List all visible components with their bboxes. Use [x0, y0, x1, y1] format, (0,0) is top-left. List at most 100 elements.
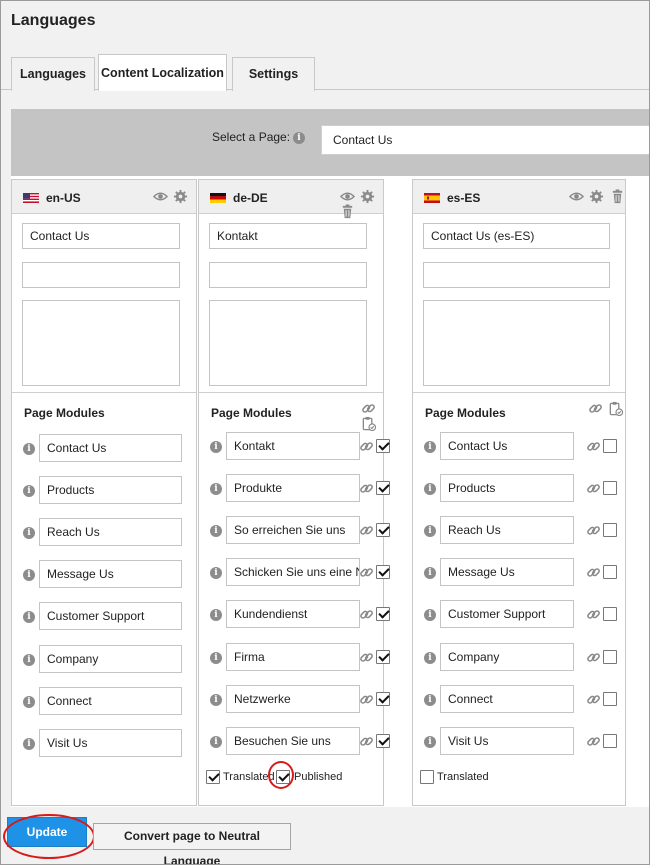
- module-title-input[interactable]: Company: [440, 643, 574, 671]
- page-description-field[interactable]: [209, 262, 367, 288]
- info-icon[interactable]: i: [210, 736, 222, 748]
- module-publish-checkbox[interactable]: [376, 565, 390, 579]
- module-title-input[interactable]: Kundendienst: [226, 600, 360, 628]
- info-icon[interactable]: i: [424, 652, 436, 664]
- module-title-input[interactable]: Schicken Sie uns eine Na: [226, 558, 360, 586]
- page-description-field[interactable]: [22, 262, 180, 288]
- module-title-input[interactable]: Products: [440, 474, 574, 502]
- gear-icon[interactable]: [360, 189, 375, 204]
- info-icon[interactable]: i: [424, 441, 436, 453]
- convert-neutral-language-button[interactable]: Convert page to Neutral Language: [93, 823, 291, 864]
- info-icon[interactable]: i: [23, 611, 35, 623]
- info-icon[interactable]: i: [210, 652, 222, 664]
- tab-languages[interactable]: Languages: [11, 57, 95, 91]
- module-publish-checkbox[interactable]: [603, 481, 617, 495]
- module-publish-checkbox[interactable]: [603, 607, 617, 621]
- module-publish-checkbox[interactable]: [376, 607, 390, 621]
- info-icon[interactable]: i: [424, 609, 436, 621]
- module-title-input[interactable]: Customer Support: [440, 600, 574, 628]
- module-title-input[interactable]: Visit Us: [39, 729, 182, 757]
- link-icon[interactable]: [586, 607, 601, 622]
- page-select[interactable]: Contact Us: [321, 125, 649, 155]
- link-icon[interactable]: [588, 401, 603, 416]
- link-icon[interactable]: [586, 734, 601, 749]
- module-title-input[interactable]: Reach Us: [39, 518, 182, 546]
- module-title-input[interactable]: Contact Us: [39, 434, 182, 462]
- module-publish-checkbox[interactable]: [603, 565, 617, 579]
- page-description-field[interactable]: [423, 262, 610, 288]
- module-title-input[interactable]: So erreichen Sie uns: [226, 516, 360, 544]
- page-keywords-field[interactable]: [209, 300, 367, 386]
- info-icon[interactable]: i: [424, 694, 436, 706]
- info-icon[interactable]: i: [210, 694, 222, 706]
- info-icon[interactable]: i: [23, 738, 35, 750]
- link-icon[interactable]: [359, 734, 374, 749]
- info-icon[interactable]: i: [210, 567, 222, 579]
- module-publish-checkbox[interactable]: [603, 650, 617, 664]
- module-title-input[interactable]: Message Us: [39, 560, 182, 588]
- module-title-input[interactable]: Firma: [226, 643, 360, 671]
- tab-settings[interactable]: Settings: [232, 57, 315, 91]
- module-publish-checkbox[interactable]: [376, 734, 390, 748]
- link-icon[interactable]: [359, 607, 374, 622]
- info-icon[interactable]: i: [23, 654, 35, 666]
- clipboard-check-icon[interactable]: [361, 416, 376, 431]
- module-title-input[interactable]: Products: [39, 476, 182, 504]
- module-title-input[interactable]: Message Us: [440, 558, 574, 586]
- translated-checkbox[interactable]: [206, 770, 220, 784]
- module-title-input[interactable]: Produkte: [226, 474, 360, 502]
- module-title-input[interactable]: Visit Us: [440, 727, 574, 755]
- trash-icon[interactable]: [610, 189, 625, 204]
- link-icon[interactable]: [361, 401, 376, 416]
- module-title-input[interactable]: Connect: [440, 685, 574, 713]
- module-title-input[interactable]: Kontakt: [226, 432, 360, 460]
- tab-content-localization[interactable]: Content Localization: [98, 54, 227, 91]
- module-title-input[interactable]: Contact Us: [440, 432, 574, 460]
- link-icon[interactable]: [359, 692, 374, 707]
- link-icon[interactable]: [586, 481, 601, 496]
- link-icon[interactable]: [359, 523, 374, 538]
- module-publish-checkbox[interactable]: [376, 523, 390, 537]
- link-icon[interactable]: [586, 523, 601, 538]
- info-icon[interactable]: i: [210, 483, 222, 495]
- link-icon[interactable]: [586, 439, 601, 454]
- module-title-input[interactable]: Company: [39, 645, 182, 673]
- module-publish-checkbox[interactable]: [603, 523, 617, 537]
- gear-icon[interactable]: [589, 189, 604, 204]
- info-icon[interactable]: i: [424, 567, 436, 579]
- info-icon[interactable]: i: [424, 483, 436, 495]
- info-icon[interactable]: i: [424, 525, 436, 537]
- link-icon[interactable]: [586, 692, 601, 707]
- module-publish-checkbox[interactable]: [376, 481, 390, 495]
- module-publish-checkbox[interactable]: [376, 692, 390, 706]
- page-keywords-field[interactable]: [423, 300, 610, 386]
- page-title-field[interactable]: Kontakt: [209, 223, 367, 249]
- module-publish-checkbox[interactable]: [603, 439, 617, 453]
- eye-icon[interactable]: [569, 189, 584, 204]
- link-icon[interactable]: [359, 481, 374, 496]
- link-icon[interactable]: [359, 565, 374, 580]
- eye-icon[interactable]: [340, 189, 355, 204]
- module-publish-checkbox[interactable]: [603, 734, 617, 748]
- module-publish-checkbox[interactable]: [376, 439, 390, 453]
- info-icon[interactable]: i: [210, 441, 222, 453]
- link-icon[interactable]: [359, 650, 374, 665]
- module-title-input[interactable]: Customer Support: [39, 602, 182, 630]
- module-title-input[interactable]: Besuchen Sie uns: [226, 727, 360, 755]
- module-title-input[interactable]: Netzwerke: [226, 685, 360, 713]
- module-title-input[interactable]: Reach Us: [440, 516, 574, 544]
- page-keywords-field[interactable]: [22, 300, 180, 386]
- link-icon[interactable]: [586, 565, 601, 580]
- gear-icon[interactable]: [173, 189, 188, 204]
- page-title-field[interactable]: Contact Us (es-ES): [423, 223, 610, 249]
- info-icon[interactable]: i: [293, 132, 305, 144]
- trash-icon[interactable]: [340, 204, 355, 219]
- info-icon[interactable]: i: [23, 485, 35, 497]
- info-icon[interactable]: i: [210, 525, 222, 537]
- info-icon[interactable]: i: [23, 527, 35, 539]
- info-icon[interactable]: i: [210, 609, 222, 621]
- info-icon[interactable]: i: [23, 443, 35, 455]
- module-publish-checkbox[interactable]: [603, 692, 617, 706]
- eye-icon[interactable]: [153, 189, 168, 204]
- info-icon[interactable]: i: [23, 569, 35, 581]
